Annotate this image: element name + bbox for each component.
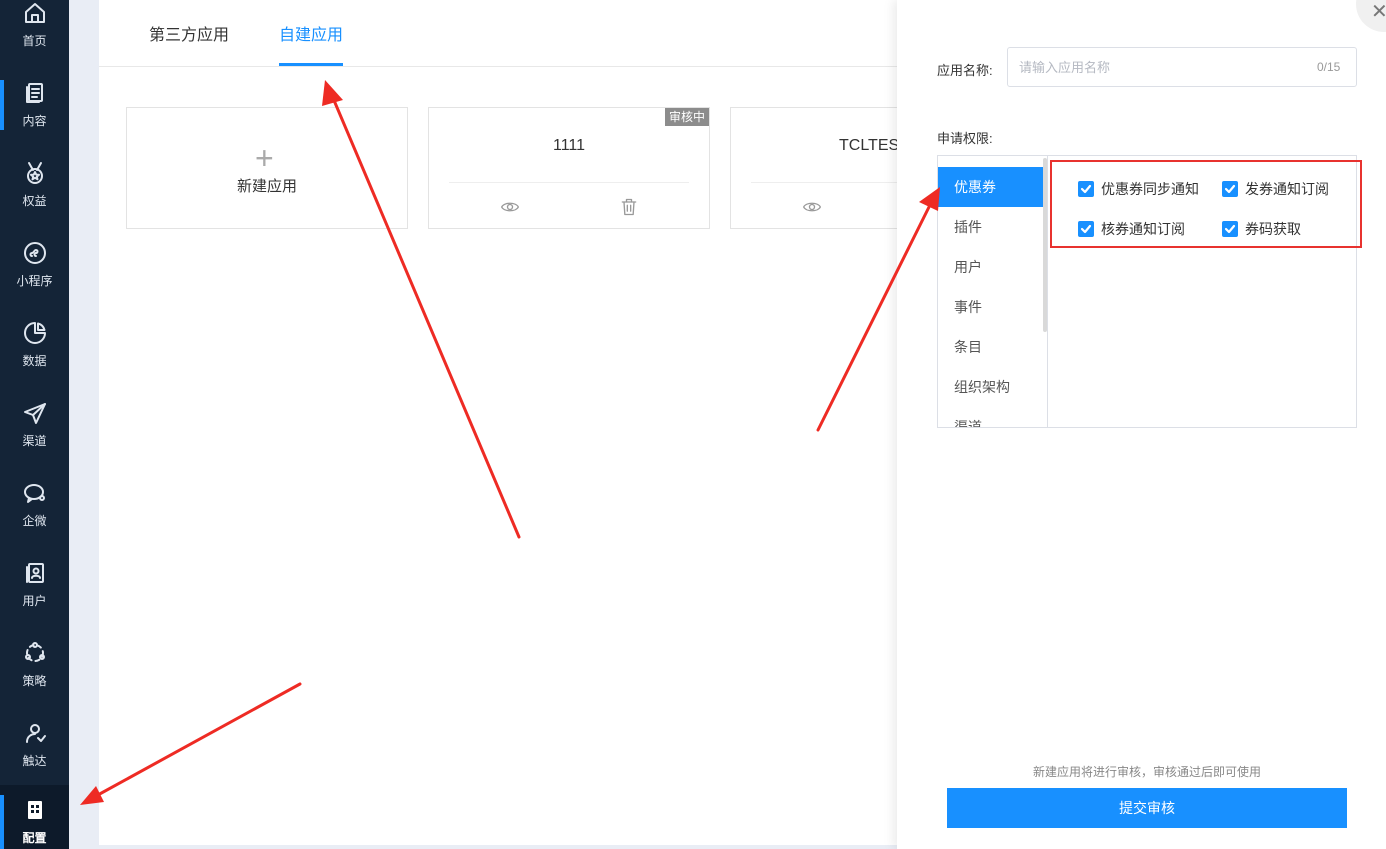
app-name-label: 应用名称: — [937, 63, 993, 78]
sidebar-item-label: 权益 — [22, 194, 47, 208]
tab-custom-apps[interactable]: 自建应用 — [279, 21, 343, 45]
create-app-drawer: ✕ 应用名称: 0/15 申请权限: 优惠券 插件 用户 事件 条目 组织架构 … — [897, 0, 1386, 849]
sidebar-item-content[interactable]: 内容 — [0, 68, 69, 148]
wecom-icon — [22, 480, 48, 506]
card-divider — [449, 182, 689, 183]
sidebar-item-strategy[interactable]: 策略 — [0, 628, 69, 708]
app-card: TCLTEST — [730, 107, 897, 229]
sidebar-item-label: 配置 — [22, 831, 47, 845]
new-app-label: 新建应用 — [236, 178, 297, 195]
eye-icon — [803, 202, 821, 212]
paper-plane-icon — [22, 400, 48, 426]
submit-review-button[interactable]: 提交审核 — [947, 788, 1347, 828]
pie-chart-icon — [22, 320, 48, 346]
category-plugin[interactable]: 插件 — [938, 207, 1043, 247]
user-card-icon — [22, 560, 48, 586]
main-panel: 第三方应用 自建应用 + 新建应用 审核中 1111 TCLTEST — [99, 0, 897, 845]
permissions-label: 申请权限: — [937, 131, 993, 146]
char-counter: 0/15 — [1317, 60, 1341, 74]
new-app-card[interactable]: + 新建应用 — [126, 107, 408, 229]
review-note: 新建应用将进行审核，审核通过后即可使用 — [1032, 765, 1261, 779]
sidebar-item-label: 策略 — [22, 674, 47, 688]
sidebar-item-benefits[interactable]: 权益 — [0, 148, 69, 228]
sidebar-item-users[interactable]: 用户 — [0, 548, 69, 628]
category-entry[interactable]: 条目 — [938, 327, 1043, 367]
app-name: 1111 — [552, 137, 586, 154]
sidebar-item-label: 企微 — [22, 514, 47, 528]
category-org[interactable]: 组织架构 — [938, 367, 1043, 407]
category-event[interactable]: 事件 — [938, 287, 1043, 327]
sidebar-item-channel[interactable]: 渠道 — [0, 388, 69, 468]
reach-icon — [22, 720, 48, 746]
permission-category-list[interactable]: 优惠券 插件 用户 事件 条目 组织架构 渠道 — [938, 156, 1048, 427]
home-icon — [22, 0, 48, 26]
app-name: TCLTEST — [839, 137, 897, 154]
medal-icon — [22, 160, 48, 186]
highlight-box — [1050, 160, 1362, 248]
tab-bar: 第三方应用 自建应用 — [99, 0, 897, 67]
config-icon — [22, 797, 48, 823]
status-badge: 审核中 — [664, 108, 709, 126]
sidebar-item-label: 数据 — [22, 354, 47, 368]
document-icon — [22, 80, 48, 106]
sidebar-item-wecom[interactable]: 企微 — [0, 468, 69, 548]
sidebar-item-label: 渠道 — [22, 434, 47, 448]
scrollbar[interactable] — [1043, 158, 1047, 332]
sidebar-item-reach[interactable]: 触达 — [0, 708, 69, 788]
sidebar-item-label: 触达 — [22, 754, 47, 768]
tab-third-party-apps[interactable]: 第三方应用 — [149, 21, 229, 45]
active-indicator — [0, 795, 4, 849]
strategy-icon — [22, 640, 48, 666]
sidebar-item-mini-program[interactable]: 小程序 — [0, 228, 69, 308]
app-name-input[interactable] — [1007, 47, 1357, 87]
delete-button[interactable] — [618, 196, 640, 218]
sidebar-item-label: 小程序 — [16, 274, 53, 288]
category-channel[interactable]: 渠道 — [938, 407, 1043, 427]
plus-icon: + — [255, 140, 274, 176]
app-card: 审核中 1111 — [428, 107, 710, 229]
category-user[interactable]: 用户 — [938, 247, 1043, 287]
view-button[interactable] — [499, 196, 521, 218]
trash-icon — [621, 198, 637, 216]
sidebar-item-data[interactable]: 数据 — [0, 308, 69, 388]
mini-program-icon — [22, 240, 48, 266]
view-button[interactable] — [801, 196, 823, 218]
active-tab-underline — [279, 63, 343, 66]
sidebar-item-label: 首页 — [22, 34, 47, 48]
sidebar-item-label: 用户 — [22, 594, 47, 608]
sidebar-item-config[interactable]: 配置 — [0, 785, 69, 849]
close-icon[interactable]: ✕ — [1371, 2, 1386, 22]
main-content: 第三方应用 自建应用 + 新建应用 审核中 1111 TCLTEST — [99, 0, 897, 845]
category-coupon[interactable]: 优惠券 — [938, 167, 1043, 207]
sidebar-item-home[interactable]: 首页 — [0, 0, 69, 68]
sidebar-item-label: 内容 — [22, 114, 47, 128]
eye-icon — [501, 202, 519, 212]
sidebar-nav: 首页 内容 权益 小程序 数据 渠道 企微 用户 策略 触达 配置 — [0, 0, 69, 849]
card-divider — [751, 182, 897, 183]
